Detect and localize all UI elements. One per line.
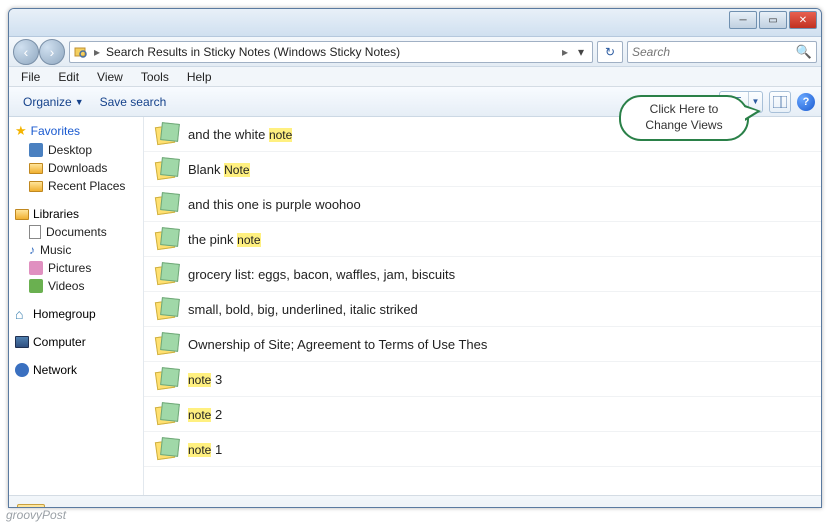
sidebar-item-documents[interactable]: Documents — [11, 223, 141, 241]
pictures-icon — [29, 261, 43, 275]
minimize-button[interactable]: ─ — [729, 11, 757, 29]
chevron-down-icon: ▼ — [75, 97, 84, 107]
result-item[interactable]: small, bold, big, underlined, italic str… — [144, 292, 821, 327]
sticky-note-icon — [156, 368, 178, 390]
sticky-note-icon — [156, 333, 178, 355]
results-list: and the white note Blank Note and this one… — [144, 117, 821, 495]
menu-help[interactable]: Help — [179, 68, 220, 86]
sidebar-item-homegroup[interactable]: ⌂Homegroup — [11, 305, 141, 323]
maximize-button[interactable]: ▭ — [759, 11, 787, 29]
save-search-button[interactable]: Save search — [92, 91, 175, 113]
result-item[interactable]: Blank Note — [144, 152, 821, 187]
search-icon: 🔍 — [796, 44, 812, 60]
result-title: and the white note — [188, 127, 292, 142]
breadcrumb-arrow-icon: ▸ — [562, 45, 568, 59]
sticky-note-icon — [156, 403, 178, 425]
result-title: grocery list: eggs, bacon, waffles, jam,… — [188, 267, 455, 282]
sticky-note-icon — [156, 228, 178, 250]
sticky-note-icon — [156, 438, 178, 460]
folder-icon — [29, 181, 43, 192]
homegroup-icon: ⌂ — [15, 307, 29, 321]
preview-pane-button[interactable] — [769, 91, 791, 113]
search-location-icon — [74, 45, 88, 59]
sidebar-item-music[interactable]: ♪Music — [11, 241, 141, 259]
network-icon — [15, 363, 29, 377]
music-icon: ♪ — [29, 243, 35, 257]
search-input[interactable] — [632, 45, 812, 59]
explorer-window: ─ ▭ ✕ ‹ › ▸ Search Results in Sticky Not… — [8, 8, 822, 508]
desktop-icon — [29, 143, 43, 157]
search-box[interactable]: 🔍 — [627, 41, 817, 63]
forward-button[interactable]: › — [39, 39, 65, 65]
result-item[interactable]: note 1 — [144, 432, 821, 467]
result-title: Ownership of Site; Agreement to Terms of… — [188, 337, 487, 352]
result-title: note 3 — [188, 372, 222, 387]
menu-tools[interactable]: Tools — [133, 68, 177, 86]
computer-icon — [15, 336, 29, 348]
sidebar-item-videos[interactable]: Videos — [11, 277, 141, 295]
annotation-callout: Click Here to Change Views — [619, 95, 749, 141]
sidebar-item-computer[interactable]: Computer — [11, 333, 141, 351]
sticky-note-icon — [156, 298, 178, 320]
libraries-icon — [15, 209, 29, 220]
result-item[interactable]: the pink note — [144, 222, 821, 257]
result-item[interactable]: grocery list: eggs, bacon, waffles, jam,… — [144, 257, 821, 292]
back-button[interactable]: ‹ — [13, 39, 39, 65]
result-item[interactable]: Ownership of Site; Agreement to Terms of… — [144, 327, 821, 362]
organize-button[interactable]: Organize ▼ — [15, 91, 92, 113]
address-bar[interactable]: ▸ Search Results in Sticky Notes (Window… — [69, 41, 593, 63]
menu-view[interactable]: View — [89, 68, 131, 86]
folder-icon — [29, 163, 43, 174]
sticky-note-icon — [156, 123, 178, 145]
details-pane: 10 items — [9, 495, 821, 508]
star-icon: ★ — [15, 123, 27, 139]
sticky-note-icon — [156, 263, 178, 285]
help-button[interactable]: ? — [797, 93, 815, 111]
sidebar-item-downloads[interactable]: Downloads — [11, 159, 141, 177]
sidebar-item-network[interactable]: Network — [11, 361, 141, 379]
result-title: note 2 — [188, 407, 222, 422]
refresh-button[interactable]: ↻ — [597, 41, 623, 63]
sidebar-item-pictures[interactable]: Pictures — [11, 259, 141, 277]
result-title: Blank Note — [188, 162, 250, 177]
result-title: note 1 — [188, 442, 222, 457]
address-text: Search Results in Sticky Notes (Windows … — [106, 45, 556, 59]
sticky-note-icon — [156, 158, 178, 180]
address-dropdown[interactable]: ▾ — [574, 45, 588, 59]
documents-icon — [29, 225, 41, 239]
result-item[interactable]: note 2 — [144, 397, 821, 432]
menu-bar: File Edit View Tools Help — [9, 67, 821, 87]
sidebar-item-desktop[interactable]: Desktop — [11, 141, 141, 159]
result-title: the pink note — [188, 232, 261, 247]
nav-toolbar: ‹ › ▸ Search Results in Sticky Notes (Wi… — [9, 37, 821, 67]
titlebar: ─ ▭ ✕ — [9, 9, 821, 37]
sticky-note-icon — [156, 193, 178, 215]
sidebar-libraries-header[interactable]: Libraries — [11, 205, 141, 223]
menu-edit[interactable]: Edit — [50, 68, 87, 86]
result-title: and this one is purple woohoo — [188, 197, 361, 212]
search-folder-icon — [17, 500, 51, 509]
close-button[interactable]: ✕ — [789, 11, 817, 29]
result-item[interactable]: and this one is purple woohoo — [144, 187, 821, 222]
breadcrumb-arrow-icon: ▸ — [94, 45, 100, 59]
result-item[interactable]: note 3 — [144, 362, 821, 397]
sidebar-item-recent[interactable]: Recent Places — [11, 177, 141, 195]
result-title: small, bold, big, underlined, italic str… — [188, 302, 418, 317]
videos-icon — [29, 279, 43, 293]
watermark: groovyPost — [6, 508, 66, 522]
navigation-pane: ★Favorites Desktop Downloads Recent Plac… — [9, 117, 144, 495]
sidebar-favorites-header[interactable]: ★Favorites — [11, 121, 141, 141]
menu-file[interactable]: File — [13, 68, 48, 86]
